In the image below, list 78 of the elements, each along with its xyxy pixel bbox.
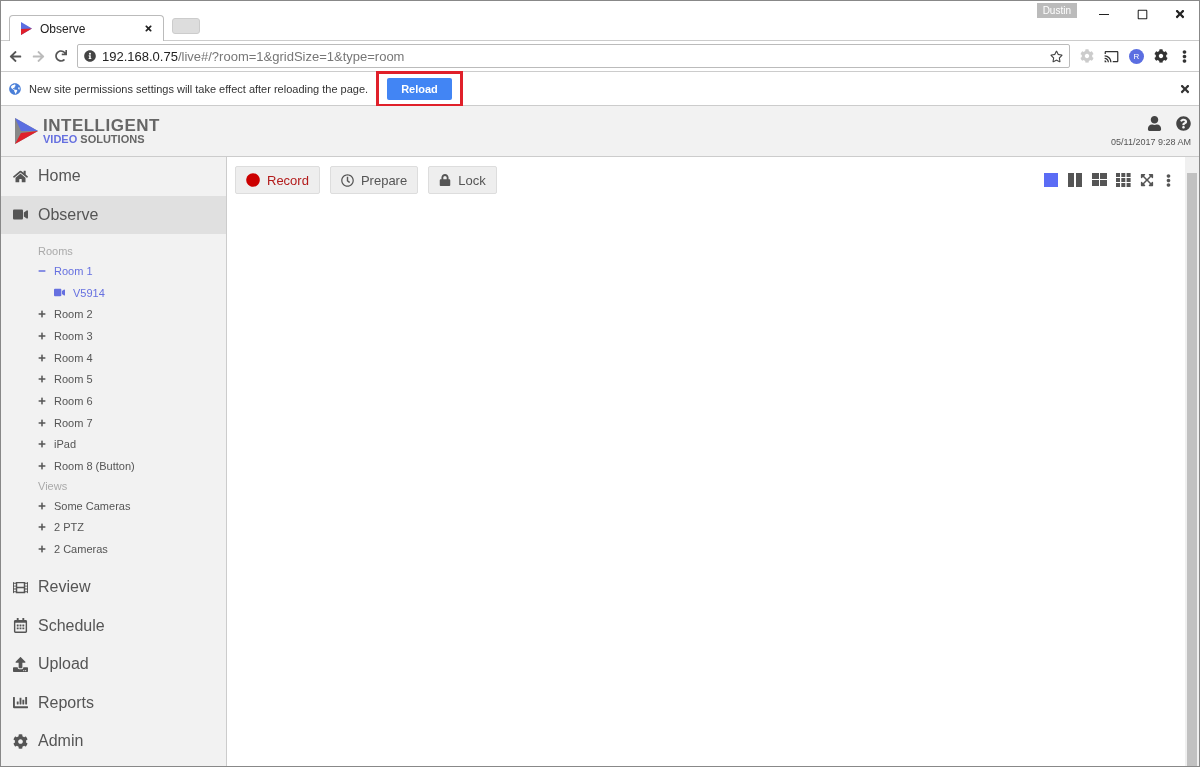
infobar-message: New site permissions settings will take effect after reloading the page. xyxy=(29,82,369,95)
tab-title: Observe xyxy=(40,21,87,36)
logo-text: INTELLIGENT xyxy=(43,117,160,134)
tree-item[interactable]: Room 3 xyxy=(38,325,226,347)
upload-icon xyxy=(13,656,28,672)
browser-tab[interactable]: Observe xyxy=(9,15,164,41)
tree-item[interactable]: 2 PTZ xyxy=(38,516,226,539)
tree-item[interactable]: Some Cameras xyxy=(38,494,226,517)
sidebar-item[interactable]: Schedule xyxy=(1,606,226,645)
video-camera-icon xyxy=(54,287,65,299)
maximize-icon xyxy=(1136,8,1148,20)
tree-item[interactable]: Room 7 xyxy=(38,411,226,434)
expand-icon[interactable] xyxy=(38,418,46,427)
fullscreen-icon[interactable] xyxy=(1140,173,1154,187)
expand-icon[interactable] xyxy=(38,331,46,340)
home-icon xyxy=(13,168,28,184)
film-icon xyxy=(13,579,28,595)
user-icon[interactable] xyxy=(1147,115,1162,131)
expand-icon[interactable] xyxy=(38,440,46,449)
extension-badge[interactable]: R xyxy=(1129,48,1144,64)
calendar-icon xyxy=(13,618,28,634)
grid-layout-icon[interactable] xyxy=(1092,173,1108,187)
camera-item[interactable]: V5914 xyxy=(38,281,226,304)
record-icon xyxy=(246,173,260,187)
grid-layout-icon[interactable] xyxy=(1044,173,1060,187)
sidebar-item[interactable]: Home xyxy=(1,157,226,196)
logo-icon xyxy=(20,22,32,35)
sidebar-item[interactable]: Admin xyxy=(1,721,226,761)
star-icon[interactable] xyxy=(1050,49,1063,63)
info-icon[interactable] xyxy=(84,50,96,62)
settings-icon[interactable] xyxy=(1154,49,1168,63)
tree-item[interactable]: Room 1 xyxy=(38,260,226,282)
tree-item[interactable]: Room 2 xyxy=(38,303,226,326)
lock-button[interactable]: Lock xyxy=(428,166,497,194)
reload-button[interactable] xyxy=(55,50,67,62)
sidebar-item[interactable]: Observe xyxy=(1,195,226,234)
lock-icon xyxy=(439,174,452,186)
bar-chart-icon xyxy=(13,695,28,711)
grid-layout-icon[interactable] xyxy=(1116,173,1132,187)
help-icon[interactable] xyxy=(1176,115,1191,131)
expand-icon[interactable] xyxy=(38,353,46,362)
section-title: Rooms xyxy=(38,244,74,259)
scrollbar[interactable] xyxy=(1185,157,1199,766)
expand-icon[interactable] xyxy=(38,375,46,384)
close-icon[interactable] xyxy=(1179,82,1191,95)
address-bar[interactable]: 192.168.0.75/live#/?room=1&gridSize=1&type=room xyxy=(77,44,1070,68)
back-button[interactable] xyxy=(9,49,22,63)
minimize-icon xyxy=(1099,13,1109,15)
expand-icon[interactable] xyxy=(38,523,46,532)
reload-button[interactable]: Reload xyxy=(387,77,452,100)
record-button[interactable]: Record xyxy=(235,166,320,194)
expand-icon[interactable] xyxy=(38,462,46,471)
date-time: 05/11/2017 9:28 AM xyxy=(1111,136,1191,147)
sidebar-item[interactable]: Review xyxy=(1,567,226,607)
tree-item[interactable]: iPad xyxy=(38,433,226,456)
grid-layout-icon[interactable] xyxy=(1068,173,1084,187)
sidebar-item[interactable]: Reports xyxy=(1,683,226,722)
close-icon[interactable] xyxy=(144,24,153,33)
tree-item[interactable]: Room 6 xyxy=(38,390,226,412)
logo-subtitle: VIDEO SOLUTIONS xyxy=(43,134,146,145)
tree-item[interactable]: Room 4 xyxy=(38,346,226,369)
expand-icon[interactable] xyxy=(38,545,46,554)
expand-icon[interactable] xyxy=(38,501,46,510)
close-icon xyxy=(1174,8,1186,20)
tree-item[interactable]: Room 5 xyxy=(38,368,226,391)
section-title: Views xyxy=(38,478,69,494)
prepare-button[interactable]: Prepare xyxy=(329,166,419,194)
tree-item[interactable]: 2 Cameras xyxy=(38,538,226,560)
sidebar-item[interactable]: Upload xyxy=(1,644,226,684)
expand-icon[interactable] xyxy=(38,396,46,405)
cast-icon[interactable] xyxy=(1104,48,1119,64)
tree-item[interactable]: Room 8 (Button) xyxy=(38,455,226,477)
gear-icon xyxy=(13,733,28,749)
clock-icon xyxy=(340,173,354,187)
video-camera-icon xyxy=(13,207,28,223)
expand-icon[interactable] xyxy=(38,310,46,319)
globe-icon xyxy=(9,82,21,95)
logo-icon xyxy=(13,117,39,145)
